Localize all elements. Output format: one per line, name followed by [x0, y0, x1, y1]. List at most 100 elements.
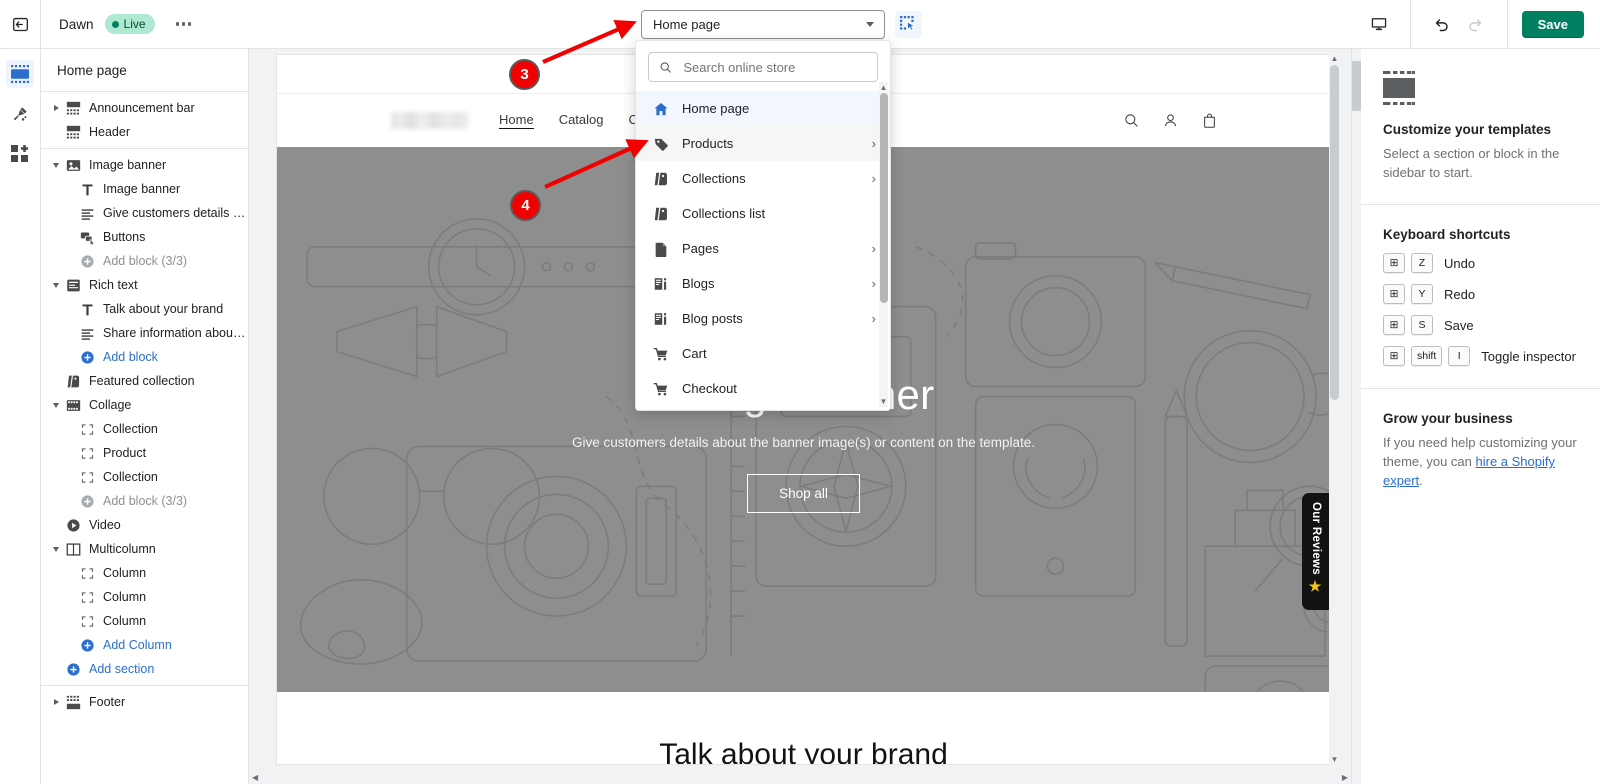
sidebar-item-talk-about-your-brand[interactable]: Talk about your brand [41, 297, 248, 321]
collapse-down-button[interactable] [49, 546, 63, 552]
dot-icon [187, 22, 192, 26]
dropdown-item-products[interactable]: Products › [636, 126, 890, 161]
sidebar-item-announcement-bar[interactable]: Announcement bar [41, 96, 248, 120]
footer-icon [66, 695, 80, 709]
sidebar-item-label: Add section [89, 662, 155, 676]
annotation-marker-3: 3 [509, 59, 540, 90]
page-select[interactable]: Home page [641, 10, 885, 39]
dropdown-item-cart[interactable]: Cart [636, 336, 890, 371]
reviews-tab[interactable]: Our Reviews ★ [1302, 493, 1330, 610]
dropdown-item-collections-list[interactable]: Collections list [636, 196, 890, 231]
sidebar-item-add-section[interactable]: Add section [41, 657, 248, 681]
sidebar-item-image-banner[interactable]: Image banner [41, 177, 248, 201]
sidebar-item-add-column[interactable]: Add Column [41, 633, 248, 657]
sidebar-item-multicolumn[interactable]: Multicolumn [41, 537, 248, 561]
sidebar-item-add-block[interactable]: Add block [41, 345, 248, 369]
rich-text-section[interactable]: Talk about your brand [277, 692, 1330, 764]
section-selector-button[interactable] [895, 11, 922, 38]
sidebar-item-product[interactable]: Product [41, 441, 248, 465]
sidebar-item-label: Image banner [89, 158, 167, 172]
sidebar-item-buttons[interactable]: Buttons [41, 225, 248, 249]
sidebar-item-label: Collection [103, 470, 158, 484]
sidebar-item-column[interactable]: Column [41, 585, 248, 609]
plus-circle-icon [80, 494, 94, 508]
expand-right-button[interactable] [49, 699, 63, 705]
scroll-right-arrow-icon[interactable]: ▶ [1342, 773, 1348, 783]
dropdown-item-label: Collections [682, 171, 746, 186]
scroll-up-arrow-icon[interactable]: ▲ [880, 83, 888, 92]
dropdown-search-wrap [636, 41, 890, 91]
dropdown-item-checkout[interactable]: Checkout [636, 371, 890, 406]
sidebar-item-header[interactable]: Header [41, 120, 248, 144]
sidebar-item-label: Rich text [89, 278, 138, 292]
sidebar-item-footer[interactable]: Footer [41, 690, 248, 714]
announcement-bar-icon [66, 101, 80, 114]
preview-vertical-scrollbar[interactable]: ▲ ▼ [1329, 54, 1340, 765]
rail-item-sections[interactable] [6, 60, 34, 88]
annotation-marker-4: 4 [510, 190, 541, 221]
scroll-down-arrow-icon[interactable]: ▼ [1331, 755, 1339, 765]
collapse-down-button[interactable] [49, 162, 63, 168]
dropdown-item-collections[interactable]: Collections › [636, 161, 890, 196]
sidebar-item-featured-collection[interactable]: Featured collection [41, 369, 248, 393]
sidebar-item-column[interactable]: Column [41, 561, 248, 585]
scrollbar-thumb[interactable] [1352, 61, 1361, 111]
dropdown-item-blogs[interactable]: Blogs › [636, 266, 890, 301]
collapse-down-button[interactable] [49, 282, 63, 288]
cart-icon[interactable] [1201, 112, 1218, 130]
desktop-preview-button[interactable] [1362, 9, 1396, 39]
search-input[interactable] [681, 58, 867, 76]
preview-horizontal-scrollbar[interactable]: ◀ ▶ [249, 771, 1351, 784]
sidebar-item-add-block-3-3[interactable]: Add block (3/3) [41, 489, 248, 513]
sidebar-item-rich-text[interactable]: Rich text [41, 273, 248, 297]
sidebar-item-collage[interactable]: Collage [41, 393, 248, 417]
dropdown-item-home-page[interactable]: Home page [636, 91, 890, 126]
expand-right-button[interactable] [49, 105, 63, 111]
scroll-left-arrow-icon[interactable]: ◀ [252, 773, 258, 783]
sidebar-item-collection[interactable]: Collection [41, 417, 248, 441]
scrollbar-thumb[interactable] [879, 93, 888, 303]
theme-name: Dawn [59, 16, 94, 32]
dropdown-item-blog-posts[interactable]: Blog posts › [636, 301, 890, 336]
sidebar-item-share-information-about-yo[interactable]: Share information about yo… [41, 321, 248, 345]
scroll-up-arrow-icon[interactable]: ▲ [1331, 54, 1339, 64]
chevron-right-icon: › [871, 311, 876, 326]
dropdown-search-box[interactable] [648, 52, 878, 82]
sidebar-item-column[interactable]: Column [41, 609, 248, 633]
inspector-scrollbar[interactable] [1352, 49, 1361, 784]
store-nav-link-home[interactable]: Home [499, 112, 534, 129]
sidebar-item-add-block-3-3[interactable]: Add block (3/3) [41, 249, 248, 273]
account-icon[interactable] [1162, 112, 1179, 129]
more-actions-button[interactable] [170, 16, 198, 32]
plus-circle-icon [80, 254, 94, 268]
rail-item-theme-settings[interactable] [6, 100, 34, 128]
key-cap: ⊞ [1383, 346, 1405, 366]
store-nav-link-catalog[interactable]: Catalog [559, 112, 604, 129]
scrollbar-thumb[interactable] [1330, 65, 1339, 400]
undo-button[interactable] [1425, 9, 1459, 39]
home-icon-wrap [652, 101, 670, 117]
shop-all-button[interactable]: Shop all [747, 474, 860, 514]
sidebar-item-video[interactable]: Video [41, 513, 248, 537]
exit-editor-button[interactable] [0, 0, 41, 48]
rich-text-icon [66, 279, 80, 291]
collapse-down-button[interactable] [49, 402, 63, 408]
block-icon [81, 591, 93, 603]
cart-icon [653, 347, 668, 360]
video-icon-wrap [63, 518, 83, 533]
rail-item-apps[interactable] [6, 140, 34, 168]
plus-circle-blue-icon-wrap [63, 662, 83, 677]
sidebar-item-collection[interactable]: Collection [41, 465, 248, 489]
home-icon [654, 102, 668, 115]
sidebar-item-image-banner[interactable]: Image banner [41, 153, 248, 177]
sidebar-item-give-customers-details-abo[interactable]: Give customers details abo… [41, 201, 248, 225]
store-logo[interactable] [391, 112, 469, 129]
dropdown-item-pages[interactable]: Pages › [636, 231, 890, 266]
dropdown-item-label: Collections list [682, 206, 766, 221]
search-icon[interactable] [1123, 112, 1140, 129]
plus-circle-blue-icon-wrap [77, 638, 97, 653]
save-button[interactable]: Save [1521, 10, 1584, 38]
redo-button[interactable] [1459, 9, 1493, 39]
dropdown-scrollbar[interactable]: ▲ ▼ [879, 82, 888, 407]
scroll-down-arrow-icon[interactable]: ▼ [880, 397, 888, 406]
